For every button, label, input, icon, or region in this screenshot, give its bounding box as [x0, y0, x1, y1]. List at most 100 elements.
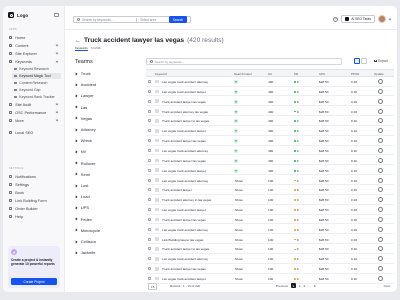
keyword-cell[interactable]: Truck accident lawyer las vegas [162, 218, 206, 222]
sidebar-item-home[interactable]: Home [7, 34, 61, 41]
table-row[interactable]: Truck accident lawyer las vegas T 490 9 $28.… [146, 97, 394, 107]
row-checkbox[interactable] [148, 80, 151, 83]
sidebar-item-link-building-form[interactable]: Link Building Form [7, 197, 61, 204]
group-item[interactable]: Jacknife [74, 248, 133, 257]
sidebar-collapse-icon[interactable] [54, 13, 59, 17]
group-item[interactable]: Accident [74, 80, 133, 89]
sidebar-item-site-explorer[interactable]: Site Explorer [7, 50, 61, 57]
refresh-icon[interactable] [378, 207, 383, 213]
sidebar-subitem-keyword-gap[interactable]: Keyword Gap [12, 87, 61, 93]
keyword-cell[interactable]: Truck accident lawyer in las vegas [162, 119, 209, 123]
refresh-icon[interactable] [378, 157, 383, 163]
row-checkbox[interactable] [148, 237, 151, 241]
sidebar-item-order-builder[interactable]: Order Builder [7, 205, 61, 212]
table-row[interactable]: Las vegas truck accident attorney Show 100… [146, 225, 394, 235]
grid-view-icon[interactable] [354, 58, 360, 64]
table-row[interactable]: Truck accident attorney las vegas T 490 9 $2… [146, 107, 394, 117]
refresh-icon[interactable] [378, 197, 383, 203]
row-checkbox[interactable] [148, 188, 151, 192]
table-row[interactable]: Las vegas truck accident attorney T 490 9 $2… [146, 77, 394, 87]
col-cpc[interactable]: CPC [319, 72, 325, 76]
col-intent[interactable]: Search Intent [234, 72, 252, 76]
tab-variant[interactable]: 5.9x50k [91, 46, 101, 51]
sidebar-item-content[interactable]: Content [7, 42, 61, 49]
refresh-icon[interactable] [378, 88, 383, 94]
row-checkbox[interactable] [148, 158, 151, 162]
table-row[interactable]: Las vegas truck accident lawyer Show 100 9 $… [146, 205, 394, 215]
refresh-icon[interactable] [378, 167, 383, 173]
team-switcher[interactable]: AI SEO Tasks [341, 15, 375, 23]
chevron-down-icon[interactable] [388, 17, 392, 21]
group-item[interactable]: UPS [74, 203, 133, 212]
per-page-select[interactable]: 15 [148, 283, 158, 290]
group-item[interactable]: Lawyer [74, 91, 133, 100]
sidebar-item-osc-performance[interactable]: OSC Performance [7, 109, 61, 116]
group-item[interactable]: NV [74, 147, 133, 156]
keyword-cell[interactable]: Las vegas truck accident lawyer [162, 90, 206, 94]
group-item[interactable]: Semi [74, 170, 133, 179]
next-button[interactable]: Next [384, 284, 390, 288]
table-row[interactable]: Las vegas truck accident lawyer T 490 9 $28.… [146, 126, 394, 136]
keyword-cell[interactable]: Truck accident lawyer las vegas [162, 159, 206, 163]
page-number[interactable]: 2 [299, 284, 301, 288]
page-number[interactable]: ... [308, 284, 311, 288]
keyword-cell[interactable]: Las vegas truck accident lawyer [162, 129, 206, 133]
sidebar-subitem-keyword-research[interactable]: Keyword Research [12, 66, 61, 72]
search-button[interactable]: Search [169, 16, 187, 23]
refresh-icon[interactable] [378, 276, 383, 281]
table-row[interactable]: Truck accident attorney in las vegas Show… [146, 195, 394, 205]
refresh-icon[interactable] [378, 98, 383, 104]
sidebar-item-settings[interactable]: Settings [7, 181, 61, 188]
table-search[interactable]: Search by keywords... [146, 58, 342, 65]
page-number[interactable]: 1 [291, 283, 296, 288]
row-checkbox[interactable] [148, 198, 151, 202]
col-ppcd[interactable]: PPCD [351, 72, 359, 76]
table-row[interactable]: Link Building lawyer las vegas Show 100 9 $2… [146, 235, 394, 245]
previous-button[interactable]: Previous [276, 284, 288, 288]
group-item[interactable]: Motorcycle [74, 226, 133, 235]
tab-keywords[interactable]: Keywords [75, 46, 88, 51]
col-sv[interactable]: SV [268, 72, 272, 76]
keyword-cell[interactable]: Las vegas truck accident attorney [162, 80, 208, 84]
keyword-cell[interactable]: Truck accident lawyer las vegas [162, 100, 206, 104]
page-number[interactable]: 6 [314, 284, 316, 288]
refresh-icon[interactable] [378, 256, 383, 262]
keyword-cell[interactable]: Truck accident lawyer las vegas [162, 267, 206, 271]
refresh-icon[interactable] [378, 177, 383, 183]
row-checkbox[interactable] [148, 168, 151, 172]
search-input[interactable]: Search by keywords... [82, 18, 113, 22]
col-keyword[interactable]: Keyword [155, 72, 167, 76]
logo[interactable]: Logo [8, 12, 28, 18]
group-item[interactable]: Las [74, 103, 133, 112]
back-arrow-icon[interactable]: ← [75, 38, 81, 44]
row-checkbox[interactable] [148, 139, 151, 143]
row-checkbox[interactable] [148, 247, 151, 251]
table-row[interactable]: Truck accident lawyer las vegas Show 100 9 $… [146, 264, 394, 274]
keyword-cell[interactable]: Las vegas truck accident attorney [162, 228, 208, 232]
row-checkbox[interactable] [148, 109, 151, 113]
row-checkbox[interactable] [148, 257, 151, 261]
keyword-cell[interactable]: Las vegas truck accident attorney [162, 257, 208, 261]
table-row[interactable]: Las vegas truck accident attorney Show 100… [146, 176, 394, 185]
row-checkbox[interactable] [148, 208, 151, 212]
keyword-cell[interactable]: Las vegas truck accident attorney [162, 149, 208, 153]
sidebar-item-notifications[interactable]: Notifications [7, 173, 61, 180]
refresh-icon[interactable] [378, 118, 383, 124]
group-item[interactable]: Fedex [74, 215, 133, 224]
avatar[interactable] [378, 15, 386, 23]
group-item[interactable]: Wreck [74, 136, 133, 145]
keyword-cell[interactable]: Las vegas truck accident attorney [162, 179, 208, 183]
group-item[interactable]: Lost [74, 181, 133, 190]
col-update[interactable]: Update [374, 72, 384, 76]
sidebar-item-local-seo[interactable]: Local SEO [7, 129, 61, 136]
keyword-cell[interactable]: Truck accident lawyer in las vegas [162, 247, 209, 251]
keyword-cell[interactable]: Las vegas truck accident lawyer [162, 169, 206, 173]
refresh-icon[interactable] [378, 226, 383, 232]
keyword-cell[interactable]: Truck accident lawyer [162, 188, 192, 192]
refresh-icon[interactable] [378, 138, 383, 144]
col-kd[interactable]: KD [294, 72, 298, 76]
sidebar-item-book[interactable]: Book [7, 189, 61, 196]
table-row[interactable]: Truck accident lawyer las vegas Show 100 9 $… [146, 215, 394, 225]
row-checkbox[interactable] [148, 178, 151, 182]
refresh-icon[interactable] [378, 266, 383, 272]
